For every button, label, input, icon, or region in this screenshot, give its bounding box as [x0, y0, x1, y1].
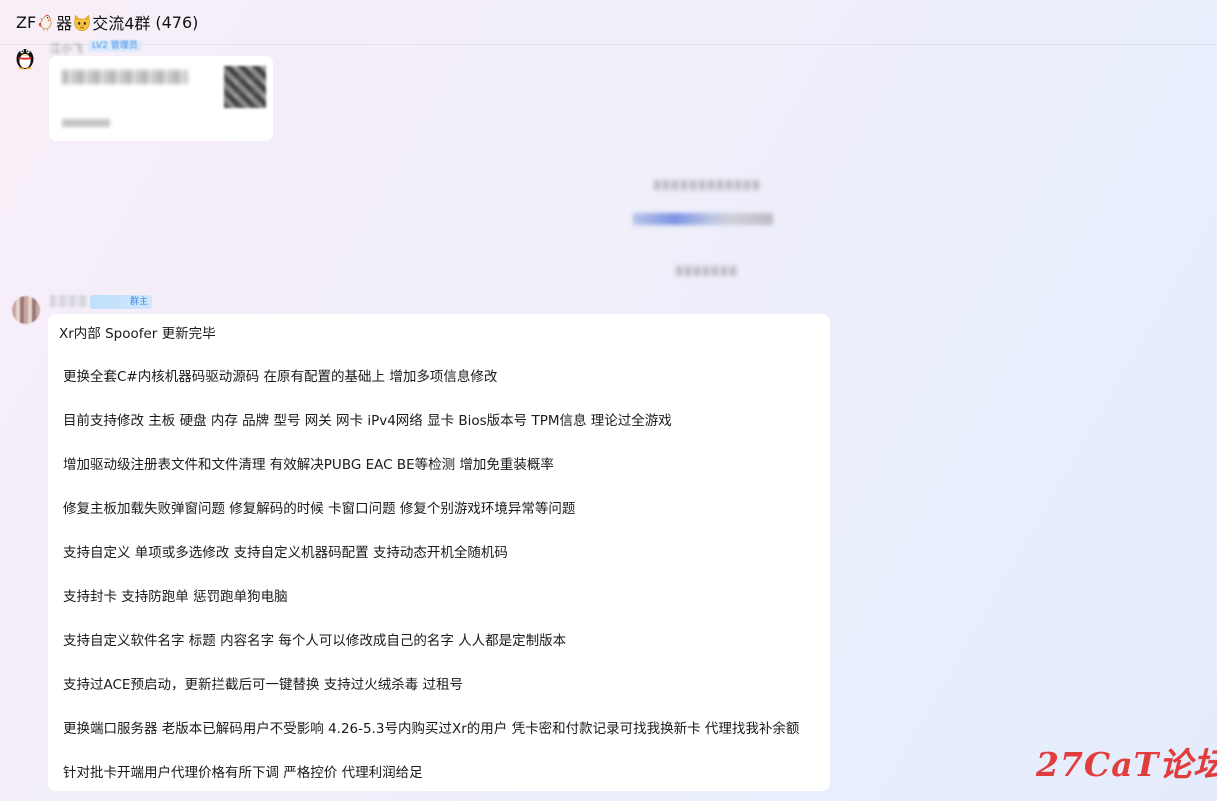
member-level-badge: LV2 管理员 [88, 40, 142, 52]
group-title-mid: 器 [56, 14, 73, 33]
card-title-redacted [62, 70, 188, 84]
message-line: 针对批卡开端用户代理价格有所下调 严格控价 代理利润给足 [63, 765, 423, 781]
sender-name[interactable]: 江小飞 [50, 40, 83, 56]
message-line: 支持自定义 单项或多选修改 支持自定义机器码配置 支持动态开机全随机码 [63, 545, 508, 561]
message-line: 支持封卡 支持防跑单 惩罚跑单狗电脑 [63, 589, 288, 605]
member-count: (476) [155, 12, 199, 32]
sender-name-redacted[interactable] [50, 295, 88, 307]
forum-watermark: 27CaT论坛 [1036, 745, 1217, 784]
qq-penguin-icon [16, 48, 34, 70]
rooster-icon [39, 14, 52, 32]
cat-face-icon [74, 14, 90, 31]
message-line: 修复主板加载失败弹窗问题 修复解码的时候 卡窗口问题 修复个别游戏环境异常等问题 [63, 501, 576, 517]
message-bubble[interactable]: Xr内部 Spoofer 更新完毕 更换全套C#内核机器码驱动源码 在原有配置的… [48, 314, 830, 791]
message-line: 更换全套C#内核机器码驱动源码 在原有配置的基础上 增加多项信息修改 [63, 369, 498, 385]
group-owner-badge: 群主 [90, 295, 153, 309]
system-notice-redacted [633, 213, 773, 225]
group-title[interactable]: ZF 器 交流4群 (476) [16, 10, 198, 34]
timestamp-redacted [676, 266, 738, 276]
avatar[interactable] [11, 42, 39, 70]
chat-header: ZF 器 交流4群 (476) [0, 0, 1217, 44]
message-line: 目前支持修改 主板 硬盘 内存 品牌 型号 网关 网卡 iPv4网络 显卡 Bi… [63, 413, 672, 429]
message-line: 更换端口服务器 老版本已解码用户不受影响 4.26-5.3号内购买过Xr的用户 … [63, 721, 800, 737]
header-divider [0, 44, 1217, 45]
message-line: Xr内部 Spoofer 更新完毕 [59, 326, 216, 342]
message-line: 支持自定义软件名字 标题 内容名字 每个人可以修改成自己的名字 人人都是定制版本 [63, 633, 567, 649]
group-title-prefix: ZF [16, 12, 37, 32]
system-notice-redacted [654, 180, 760, 190]
message-line: 增加驱动级注册表文件和文件清理 有效解决PUBG EAC BE等检测 增加免重装… [63, 457, 554, 473]
group-title-suffix: 交流4群 [92, 14, 151, 33]
shared-card-message[interactable] [49, 56, 273, 141]
card-thumbnail-redacted [224, 66, 266, 108]
message-line: 支持过ACE预启动，更新拦截后可一键替换 支持过火绒杀毒 过租号 [63, 677, 464, 693]
card-footer-redacted [62, 119, 110, 127]
avatar[interactable] [12, 296, 40, 324]
